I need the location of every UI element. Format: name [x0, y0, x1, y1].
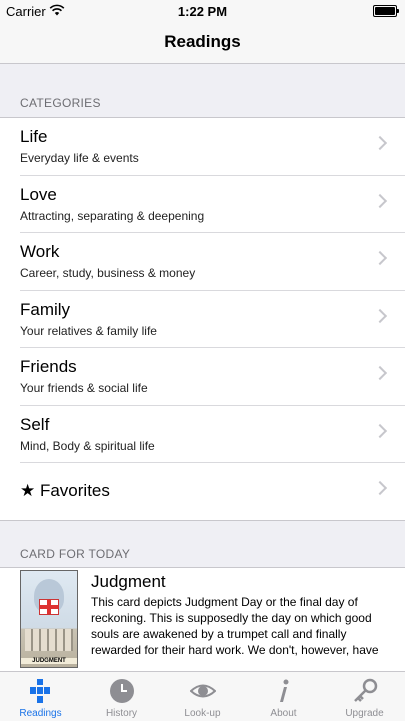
category-title: ★ Favorites	[20, 481, 110, 500]
chevron-right-icon	[372, 365, 388, 381]
tab-label: Upgrade	[345, 708, 384, 719]
category-self[interactable]: Self Mind, Body & spiritual life	[20, 406, 405, 463]
tab-upgrade[interactable]: Upgrade	[324, 672, 405, 721]
chevron-right-icon	[372, 308, 388, 323]
status-time: 1:22 PM	[177, 4, 228, 19]
category-life[interactable]: Life Everyday life & events	[20, 118, 405, 176]
category-subtitle: Career, study, business & money	[20, 266, 196, 280]
eye-icon	[189, 678, 217, 704]
tab-bar: Readings History Look-up About Upgrade	[0, 671, 405, 721]
tab-about[interactable]: About	[243, 672, 324, 721]
category-title: Friends	[20, 357, 77, 376]
tab-label: Look-up	[184, 708, 221, 719]
clock-icon	[109, 678, 135, 704]
category-love[interactable]: Love Attracting, separating & deepening	[20, 176, 405, 233]
chevron-right-icon	[372, 193, 388, 208]
chevron-right-icon	[372, 135, 388, 151]
key-icon	[352, 678, 378, 704]
chevron-right-icon	[372, 423, 388, 438]
card-title: Judgment	[91, 572, 166, 591]
category-family[interactable]: Family Your relatives & family life	[20, 291, 405, 348]
category-work[interactable]: Work Career, study, business & money	[20, 233, 405, 291]
category-subtitle: Your friends & social life	[20, 381, 148, 395]
category-friends[interactable]: Friends Your friends & social life	[20, 348, 405, 406]
category-favorites[interactable]: ★ Favorites	[20, 463, 405, 520]
tab-label: History	[105, 708, 138, 719]
categories-list: Life Everyday life & events Love Attract…	[0, 117, 405, 521]
rising-figures	[25, 629, 73, 651]
chevron-right-icon	[372, 250, 388, 266]
chevron-right-icon	[372, 480, 388, 496]
category-title: Life	[20, 127, 48, 146]
category-title: Love	[20, 184, 57, 204]
battery-icon	[373, 5, 399, 17]
category-subtitle: Attracting, separating & deepening	[20, 208, 205, 223]
category-title: Work	[20, 242, 60, 261]
cross-flag	[39, 599, 59, 615]
info-icon	[271, 678, 297, 704]
page-title: Readings	[164, 32, 241, 51]
tab-lookup[interactable]: Look-up	[162, 672, 243, 721]
tab-history[interactable]: History	[81, 672, 162, 721]
tab-readings[interactable]: Readings	[0, 672, 81, 721]
category-subtitle: Mind, Body & spiritual life	[20, 438, 155, 453]
tarot-card-image: JUDGMENT	[20, 570, 78, 668]
card-image-label: JUDGMENT	[21, 658, 77, 664]
category-title: Self	[20, 414, 50, 434]
category-title: Family	[20, 299, 71, 319]
categories-header: CATEGORIES	[20, 96, 101, 110]
category-subtitle: Everyday life & events	[20, 151, 139, 165]
status-bar: Carrier 1:22 PM	[0, 0, 405, 22]
tab-label: About	[270, 708, 297, 719]
card-for-today[interactable]: JUDGMENT Judgment This card depicts Judg…	[0, 567, 405, 672]
category-subtitle: Your relatives & family life	[20, 323, 157, 338]
card-for-today-header: CARD FOR TODAY	[20, 547, 131, 561]
readings-icon	[28, 678, 54, 704]
navigation-bar: Readings	[0, 22, 405, 64]
tab-label: Readings	[19, 708, 62, 719]
card-description: This card depicts Judgment Day or the fi…	[91, 595, 379, 657]
